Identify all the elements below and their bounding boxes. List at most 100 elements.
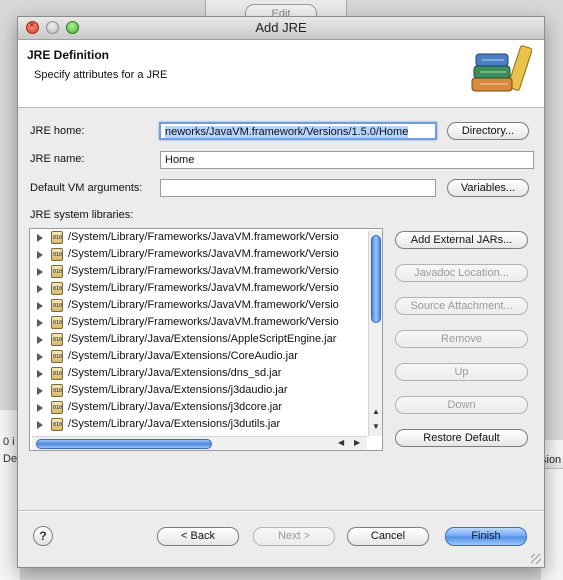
jar-file-icon: 010	[51, 333, 63, 346]
library-row[interactable]: 010/System/Library/Frameworks/JavaVM.fra…	[30, 280, 370, 297]
library-path: /System/Library/Java/Extensions/AppleScr…	[68, 333, 337, 345]
jre-home-value: neworks/JavaVM.framework/Versions/1.5.0/…	[165, 126, 409, 138]
jar-icon-tag: 010	[53, 303, 63, 309]
jar-file-icon: 010	[51, 282, 63, 295]
expand-triangle-icon[interactable]	[37, 370, 43, 378]
title-bar: × Add JRE	[18, 17, 544, 40]
library-row[interactable]: 010/System/Library/Java/Extensions/Apple…	[30, 331, 370, 348]
library-row[interactable]: 010/System/Library/Frameworks/JavaVM.fra…	[30, 229, 370, 246]
jre-libraries-tree[interactable]: 010/System/Library/Frameworks/JavaVM.fra…	[29, 228, 383, 451]
jar-icon-tag: 010	[53, 320, 63, 326]
add-jre-dialog: × Add JRE JRE Definition Specify attribu…	[17, 16, 545, 568]
library-path: /System/Library/Frameworks/JavaVM.framew…	[68, 299, 339, 311]
library-row[interactable]: 010/System/Library/Java/Extensions/j3dco…	[30, 399, 370, 416]
jre-home-field[interactable]: neworks/JavaVM.framework/Versions/1.5.0/…	[159, 122, 437, 140]
jar-file-icon: 010	[51, 248, 63, 261]
jar-icon-tag: 010	[53, 354, 63, 360]
library-path: /System/Library/Frameworks/JavaVM.framew…	[68, 248, 339, 260]
library-row[interactable]: 010/System/Library/Frameworks/JavaVM.fra…	[30, 314, 370, 331]
library-row[interactable]: 010/System/Library/Java/Extensions/dns_s…	[30, 365, 370, 382]
library-row[interactable]: 010/System/Library/Frameworks/JavaVM.fra…	[30, 297, 370, 314]
library-path: /System/Library/Frameworks/JavaVM.framew…	[68, 231, 339, 243]
expand-triangle-icon[interactable]	[37, 387, 43, 395]
help-icon: ?	[39, 529, 47, 543]
library-path: /System/Library/Frameworks/JavaVM.framew…	[68, 265, 339, 277]
help-button[interactable]: ?	[33, 526, 53, 546]
jar-icon-tag: 010	[53, 405, 63, 411]
scroll-up-arrow-icon[interactable]: ▲	[372, 407, 380, 416]
library-path: /System/Library/Java/Extensions/j3daudio…	[68, 384, 288, 396]
expand-triangle-icon[interactable]	[37, 404, 43, 412]
back-button[interactable]: < Back	[157, 527, 239, 546]
resize-grip-icon[interactable]	[531, 554, 541, 564]
finish-button[interactable]: Finish	[445, 527, 527, 546]
jre-name-label: JRE name:	[30, 153, 85, 165]
library-path: /System/Library/Java/Extensions/CoreAudi…	[68, 350, 298, 362]
jar-file-icon: 010	[51, 231, 63, 244]
library-row[interactable]: 010/System/Library/Java/Extensions/j3dau…	[30, 382, 370, 399]
expand-triangle-icon[interactable]	[37, 268, 43, 276]
expand-triangle-icon[interactable]	[37, 251, 43, 259]
add-external-jars-button[interactable]: Add External JARs...	[395, 231, 528, 249]
jar-file-icon: 010	[51, 401, 63, 414]
up-button[interactable]: Up	[395, 363, 528, 381]
expand-triangle-icon[interactable]	[37, 234, 43, 242]
header-subtitle: Specify attributes for a JRE	[34, 69, 168, 81]
vm-arguments-field[interactable]	[160, 179, 436, 197]
jar-file-icon: 010	[51, 299, 63, 312]
library-row[interactable]: 010/System/Library/Java/Extensions/CoreA…	[30, 348, 370, 365]
expand-triangle-icon[interactable]	[37, 285, 43, 293]
vertical-scrollbar[interactable]: ▲ ▼	[368, 231, 382, 436]
library-path: /System/Library/Java/Extensions/j3dcore.…	[68, 401, 282, 413]
library-row[interactable]: 010/System/Library/Java/Extensions/j3dut…	[30, 416, 370, 433]
horizontal-scroll-thumb[interactable]	[36, 439, 212, 449]
expand-triangle-icon[interactable]	[37, 421, 43, 429]
jre-home-label: JRE home:	[30, 125, 85, 137]
jar-file-icon: 010	[51, 316, 63, 329]
jre-system-libraries-label: JRE system libraries:	[30, 209, 134, 221]
jar-file-icon: 010	[51, 418, 63, 431]
expand-triangle-icon[interactable]	[37, 353, 43, 361]
scroll-right-arrow-icon[interactable]: ▶	[354, 438, 360, 447]
jar-icon-tag: 010	[53, 371, 63, 377]
remove-button[interactable]: Remove	[395, 330, 528, 348]
library-row[interactable]: 010/System/Library/Frameworks/JavaVM.fra…	[30, 263, 370, 280]
jar-file-icon: 010	[51, 350, 63, 363]
vertical-scroll-thumb[interactable]	[371, 235, 381, 323]
javadoc-location-button[interactable]: Javadoc Location...	[395, 264, 528, 282]
down-button[interactable]: Down	[395, 396, 528, 414]
jre-name-field[interactable]: Home	[160, 151, 534, 169]
jar-icon-tag: 010	[53, 422, 63, 428]
scroll-down-arrow-icon[interactable]: ▼	[372, 422, 380, 431]
jar-icon-tag: 010	[53, 286, 63, 292]
jar-icon-tag: 010	[53, 269, 63, 275]
library-path: /System/Library/Java/Extensions/j3dutils…	[68, 418, 281, 430]
dialog-header: JRE Definition Specify attributes for a …	[18, 40, 544, 108]
library-path: /System/Library/Java/Extensions/dns_sd.j…	[68, 367, 282, 379]
jar-icon-tag: 010	[53, 337, 63, 343]
expand-triangle-icon[interactable]	[37, 302, 43, 310]
footer-separator	[18, 510, 544, 512]
background-fragment: 0 i	[3, 436, 15, 448]
source-attachment-button[interactable]: Source Attachment...	[395, 297, 528, 315]
library-path: /System/Library/Frameworks/JavaVM.framew…	[68, 316, 339, 328]
header-title: JRE Definition	[27, 48, 110, 62]
library-row[interactable]: 010/System/Library/Frameworks/JavaVM.fra…	[30, 246, 370, 263]
expand-triangle-icon[interactable]	[37, 319, 43, 327]
jar-file-icon: 010	[51, 265, 63, 278]
window-title: Add JRE	[255, 20, 307, 35]
background-fragment: De	[3, 453, 18, 465]
restore-default-button[interactable]: Restore Default	[395, 429, 528, 447]
variables-button[interactable]: Variables...	[447, 179, 529, 197]
directory-button[interactable]: Directory...	[447, 122, 529, 140]
scroll-left-arrow-icon[interactable]: ◀	[338, 438, 344, 447]
expand-triangle-icon[interactable]	[37, 336, 43, 344]
jar-icon-tag: 010	[53, 252, 63, 258]
horizontal-scrollbar[interactable]: ◀ ▶	[32, 436, 367, 450]
cancel-button[interactable]: Cancel	[347, 527, 429, 546]
jar-icon-tag: 010	[53, 388, 63, 394]
jar-icon-tag: 010	[53, 235, 63, 241]
jar-file-icon: 010	[51, 384, 63, 397]
next-button[interactable]: Next >	[253, 527, 335, 546]
books-icon	[471, 45, 532, 92]
